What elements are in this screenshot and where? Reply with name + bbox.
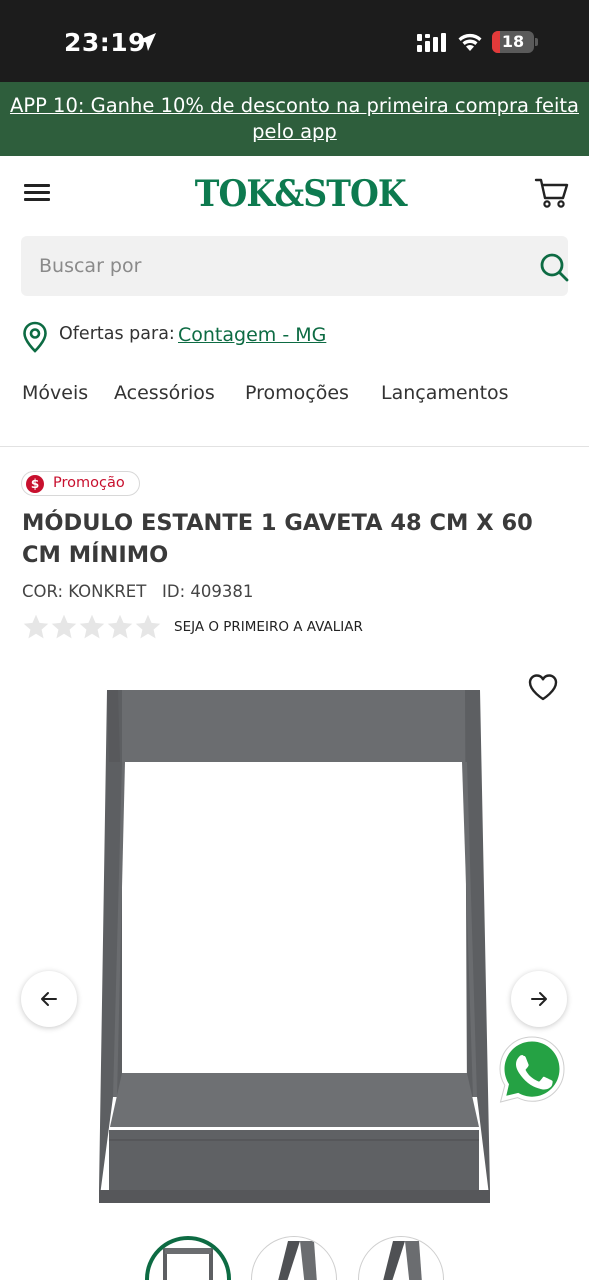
nav-item-acessorios[interactable]: Acessórios xyxy=(114,382,215,404)
star-icon xyxy=(79,614,105,639)
menu-line xyxy=(24,191,50,194)
thumbnail-2[interactable] xyxy=(251,1236,337,1280)
thumbnail-image xyxy=(383,1241,422,1280)
promo-badge: $ Promoção xyxy=(21,471,140,496)
thumbnail-image xyxy=(163,1248,213,1280)
gallery-next-button[interactable] xyxy=(511,971,567,1027)
status-bar: 23:19 18 xyxy=(0,0,589,82)
cellular-signal-icon xyxy=(417,33,446,52)
promo-banner-link[interactable]: APP 10: Ganhe 10% de desconto na primeir… xyxy=(6,93,583,145)
product-title: MÓDULO ESTANTE 1 GAVETA 48 CM X 60 CM MÍ… xyxy=(22,510,533,568)
battery-level-text: 18 xyxy=(501,32,525,51)
rate-first-link[interactable]: SEJA O PRIMEIRO A AVALIAR xyxy=(174,619,363,635)
location-pin-icon xyxy=(23,321,47,353)
search-bar xyxy=(21,236,569,296)
thumbnail-1[interactable] xyxy=(145,1236,231,1280)
thumbnail-image xyxy=(278,1241,317,1280)
battery-icon: 18 xyxy=(492,31,534,53)
shopping-cart-icon[interactable] xyxy=(534,176,570,210)
promo-banner: APP 10: Ganhe 10% de desconto na primeir… xyxy=(0,82,589,156)
status-time: 23:19 xyxy=(64,28,147,57)
location-arrow-icon xyxy=(138,33,156,51)
star-icon xyxy=(23,614,49,639)
promo-badge-label: Promoção xyxy=(53,475,125,491)
hamburger-menu-icon[interactable] xyxy=(22,180,52,206)
product-meta: COR: KONKRET ID: 409381 xyxy=(22,582,254,601)
nav-item-promocoes[interactable]: Promoções xyxy=(245,382,349,404)
heart-outline-icon[interactable] xyxy=(527,672,559,702)
arrow-left-icon xyxy=(41,992,57,1006)
battery-cap xyxy=(535,38,538,46)
location-link[interactable]: Contagem - MG xyxy=(178,324,326,346)
wifi-icon xyxy=(458,33,482,51)
dollar-icon: $ xyxy=(26,475,44,493)
nav-item-lancamentos[interactable]: Lançamentos xyxy=(381,382,509,404)
star-icon xyxy=(51,614,77,639)
whatsapp-icon[interactable] xyxy=(495,1033,569,1107)
search-input[interactable] xyxy=(21,236,511,296)
search-icon[interactable] xyxy=(539,252,569,282)
product-image xyxy=(99,690,490,1203)
nav-item-moveis[interactable]: Móveis xyxy=(22,382,88,404)
offers-label: Ofertas para: xyxy=(59,324,175,344)
divider xyxy=(0,446,589,447)
thumbnail-3[interactable] xyxy=(358,1236,444,1280)
arrow-right-icon xyxy=(531,992,547,1006)
menu-line xyxy=(24,198,50,201)
tokstok-logo[interactable]: TOK&STOK xyxy=(195,172,407,216)
gallery-prev-button[interactable] xyxy=(21,971,77,1027)
star-icon xyxy=(135,614,161,639)
menu-line xyxy=(24,184,50,187)
star-icon xyxy=(107,614,133,639)
